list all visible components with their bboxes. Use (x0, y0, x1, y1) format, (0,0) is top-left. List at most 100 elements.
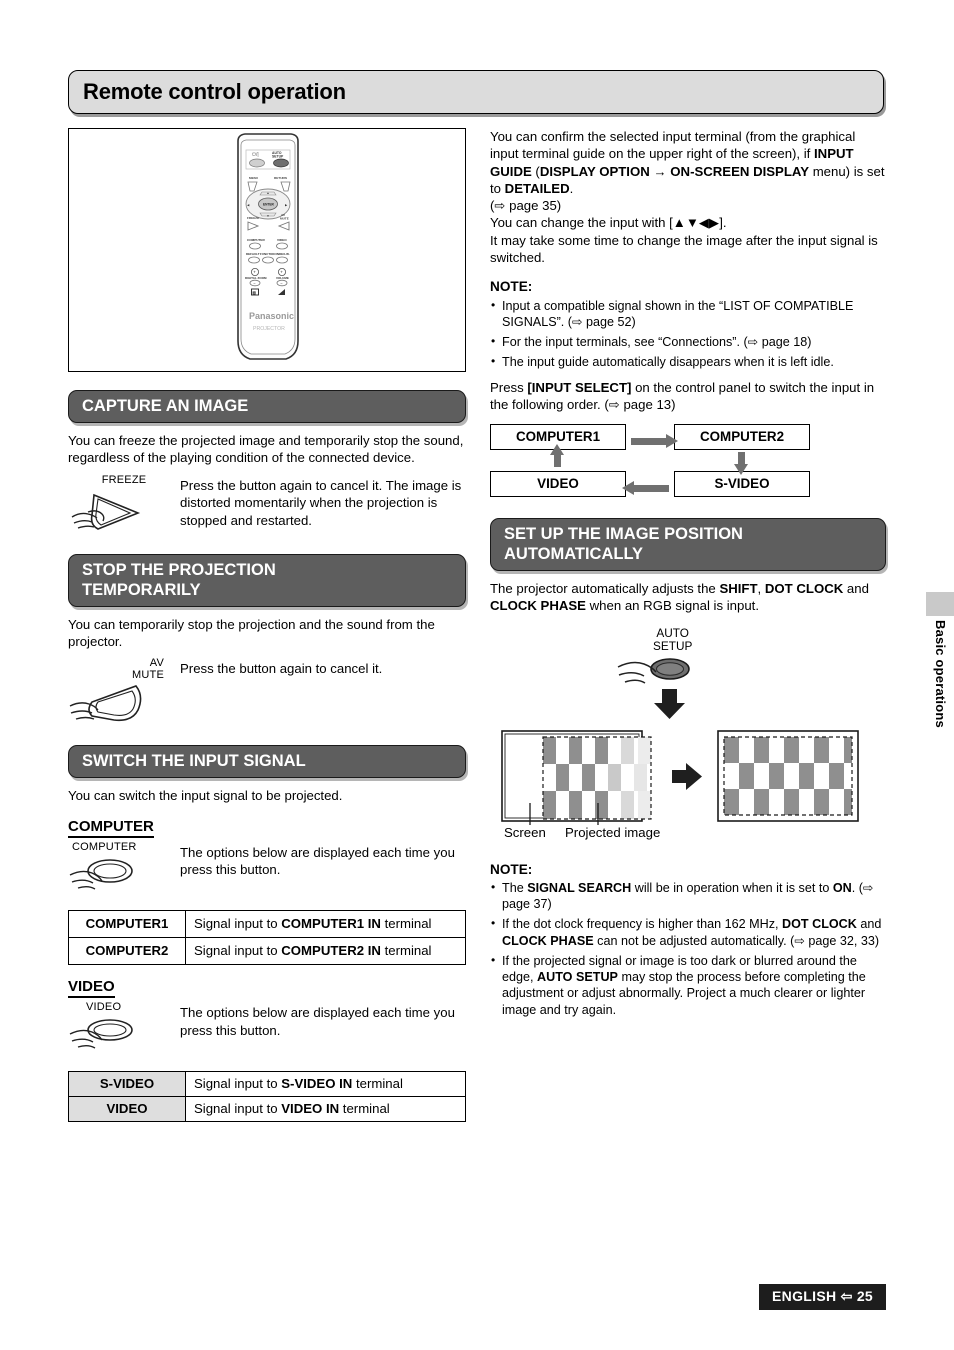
computer-button-illustration: COMPUTER (68, 841, 180, 901)
list-item: For the input terminals, see “Connection… (490, 334, 886, 350)
capture-intro-text: You can freeze the projected image and t… (68, 433, 464, 466)
auto-s3: and (843, 581, 869, 596)
autosetup-heading-line1: SET UP THE IMAGE POSITION (504, 524, 743, 543)
computer-options-table: COMPUTER1 Signal input to COMPUTER1 IN t… (68, 910, 466, 966)
svg-text:ENTER: ENTER (263, 203, 275, 207)
svg-text:VOLUME: VOLUME (276, 276, 289, 280)
switch-delay-line: It may take some time to change the imag… (490, 232, 878, 265)
side-tab-marker (926, 592, 954, 616)
auto-b1: SHIFT (719, 581, 758, 596)
flow-box-video: VIDEO (490, 470, 626, 497)
autosetup-heading-line2: AUTOMATICALLY (504, 544, 644, 563)
table-row: VIDEO Signal input to VIDEO IN terminal (68, 1096, 466, 1123)
page-title-bar: Remote control operation (68, 70, 884, 114)
left-column: ⏻/| AUTO SETUP MENU RETURN ENTER ▲ ▼ ◀ ▶… (68, 128, 466, 1123)
hand-pressing-video-button-icon (69, 1019, 133, 1049)
auto-s2: , (757, 581, 765, 596)
svg-text:FREEZE: FREEZE (247, 216, 259, 220)
svg-text:COMPUTER: COMPUTER (247, 238, 265, 242)
n2-1-post: can not be adjusted automatically. (⇨ pa… (593, 933, 880, 948)
n2-0-bold: SIGNAL SEARCH (527, 881, 632, 896)
table-row: S-VIDEO Signal input to S-VIDEO IN termi… (68, 1071, 466, 1098)
computer2-desc-bold: COMPUTER2 IN (281, 943, 381, 959)
computer2-desc-pre: Signal input to (194, 943, 282, 959)
screen-after-illustration (717, 729, 859, 822)
intro-s2: ( (531, 163, 540, 179)
stop-button-text: Press the button again to cancel it. (180, 661, 383, 677)
remote-control-illustration: ⏻/| AUTO SETUP MENU RETURN ENTER ▲ ▼ ◀ ▶… (237, 133, 299, 360)
video-desc-bold: VIDEO IN (281, 1101, 340, 1117)
screen-before-illustration (501, 729, 652, 825)
av-mute-button-illustration: AV MUTE (68, 657, 180, 731)
capture-button-text: Press the button again to cancel it. The… (180, 477, 462, 528)
input-guide-page-ref: (⇨ page 35) (490, 198, 562, 214)
computer-button-text: The options below are displayed each tim… (180, 844, 455, 877)
svg-text:+: + (253, 269, 256, 274)
n2-0-mid: will be in operation when it is set to (631, 881, 833, 896)
svg-text:DIGITAL ZOOM: DIGITAL ZOOM (245, 276, 267, 280)
table-row: COMPUTER1 Signal input to COMPUTER1 IN t… (68, 910, 466, 939)
computer2-key: COMPUTER2 (68, 937, 186, 966)
svg-text:PROJECTOR: PROJECTOR (253, 326, 285, 332)
auto-b3: CLOCK PHASE (490, 598, 586, 614)
page-title: Remote control operation (83, 79, 346, 104)
intro-s3: → (649, 163, 671, 179)
list-item: Input a compatible signal shown in the “… (490, 298, 886, 331)
section-header-stop-projection: STOP THE PROJECTION TEMPORARILY (68, 553, 466, 607)
video-desc: Signal input to VIDEO IN terminal (185, 1096, 466, 1123)
list-item: The SIGNAL SEARCH will be in operation w… (490, 880, 886, 913)
s-video-key: S-VIDEO (68, 1071, 186, 1098)
n2-2-bold: AUTO SETUP (537, 969, 618, 984)
auto-s4: when an RGB signal is input. (585, 598, 759, 614)
right-column: You can confirm the selected input termi… (490, 128, 886, 1018)
svg-text:⏻/|: ⏻/| (252, 152, 259, 158)
arrow-up-icon (550, 443, 564, 467)
label-screen: Screen (504, 824, 546, 840)
input-order-diagram: COMPUTER1 COMPUTER2 VIDEO S-VIDEO (490, 423, 820, 502)
svg-text:+: + (280, 269, 283, 274)
av-mute-button-row: AV MUTE Press the button again to cancel… (68, 657, 466, 731)
svg-text:MUTE: MUTE (280, 216, 289, 220)
table-row: COMPUTER2 Signal input to COMPUTER2 IN t… (68, 937, 466, 966)
footer-arrow-icon: ⇦ (840, 1288, 853, 1304)
svg-text:▼: ▼ (267, 214, 270, 218)
stop-intro-text: You can temporarily stop the projection … (68, 616, 435, 650)
video-desc-pre: Signal input to (194, 1101, 282, 1117)
video-options-table: S-VIDEO Signal input to S-VIDEO IN termi… (68, 1071, 466, 1123)
section-header-capture-an-image: CAPTURE AN IMAGE (68, 390, 466, 424)
hand-pressing-auto-setup-icon (617, 657, 690, 684)
computer2-desc-post: terminal (380, 943, 432, 959)
video-key: VIDEO (68, 1096, 186, 1123)
svg-text:RETURN: RETURN (274, 176, 288, 180)
auto-setup-figure: AUTO SETUP Screen Projected image (490, 626, 886, 842)
arrow-right-big-icon (672, 762, 702, 790)
n2-1-mid: and (856, 917, 882, 932)
footer-page-number: 25 (856, 1288, 873, 1304)
section-header-auto-setup: SET UP THE IMAGE POSITION AUTOMATICALLY (490, 517, 886, 571)
input-select-press-line: Press [INPUT SELECT] on the control pane… (490, 379, 886, 414)
side-tab-label: Basic operations (933, 620, 948, 728)
svg-text:Panasonic: Panasonic (249, 311, 294, 321)
intro-s1: You can confirm the selected input termi… (490, 129, 856, 162)
computer1-key: COMPUTER1 (68, 910, 186, 939)
stop-heading-line1: STOP THE PROJECTION (82, 560, 276, 579)
s-video-desc-post: terminal (352, 1076, 403, 1092)
list-item: If the projected signal or image is too … (490, 953, 886, 1018)
note-heading-2: NOTE: (490, 861, 533, 877)
page-footer: ENGLISH ⇦ 25 (759, 1284, 886, 1310)
intro-s5: . (569, 180, 574, 196)
intro-b4: DETAILED (504, 180, 570, 196)
freeze-button-row: FREEZE Press the button again to cancel … (68, 474, 466, 540)
capture-heading-label: CAPTURE AN IMAGE (82, 397, 249, 415)
footer-language: ENGLISH (772, 1288, 837, 1304)
label-projected-image: Projected image (565, 824, 661, 840)
intro-b2: DISPLAY OPTION (539, 163, 650, 179)
switch-intro-text: You can switch the input signal to be pr… (68, 788, 343, 804)
hand-pressing-freeze-icon (71, 493, 141, 530)
video-button-row: VIDEO The options below are displayed ea… (68, 1002, 466, 1061)
svg-text:▩: ▩ (252, 290, 256, 295)
autosetup-intro: The projector automatically adjusts the … (490, 580, 886, 615)
s-video-desc-bold: S-VIDEO IN (281, 1076, 353, 1092)
arrow-down-icon (734, 451, 748, 475)
svg-text:FUNCTION: FUNCTION (260, 252, 276, 256)
